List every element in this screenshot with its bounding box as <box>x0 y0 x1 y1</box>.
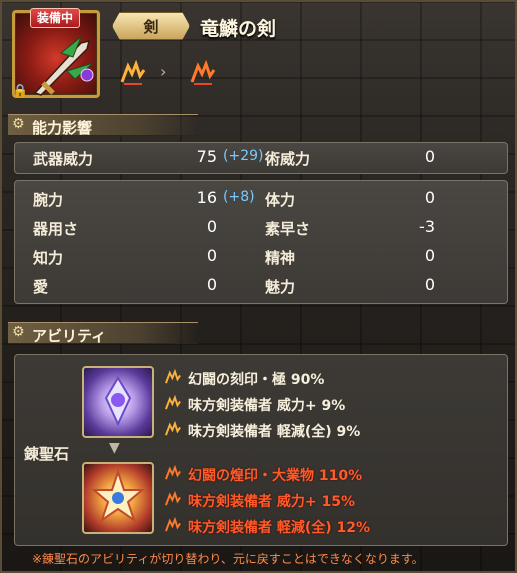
rank-mini-icon <box>165 517 181 532</box>
power-panel: 武器威力 75 (+29) 術威力 0 <box>14 142 508 174</box>
spirit-value: 0 <box>424 246 435 265</box>
current-ability-text: 幻闘の刻印・極 90% <box>188 372 325 388</box>
gear-icon: ⚙ <box>12 324 25 340</box>
ability-section-header: ⚙ アビリティ <box>8 322 198 345</box>
ability-section-title: アビリティ <box>32 327 107 345</box>
dexterity-value: 0 <box>206 217 217 236</box>
current-ability-text: 味方剣装備者 軽減(全) 9% <box>188 424 361 440</box>
item-name: 竜鱗の剣 <box>200 18 277 40</box>
art-power-value: 0 <box>424 147 435 166</box>
stat-row: 愛 0 魅力 0 <box>15 272 507 300</box>
rank-mini-icon <box>165 421 181 436</box>
weapon-power-value: 75 <box>196 147 217 166</box>
charm-value: 0 <box>424 275 435 294</box>
rank-icon-current <box>120 60 146 85</box>
current-stone-icon[interactable] <box>82 366 154 438</box>
spirit-label: 精神 <box>265 249 296 267</box>
intelligence-value: 0 <box>206 246 217 265</box>
rank-mini-icon <box>165 491 181 506</box>
agility-value: -3 <box>419 217 435 236</box>
next-stone-icon[interactable] <box>82 462 154 534</box>
rank-icon-next <box>190 60 216 85</box>
next-ability-text: 味方剣装備者 威力+ 15% <box>188 494 355 510</box>
strength-value: 16 <box>196 188 217 207</box>
stone-label: 錬聖石 <box>24 445 70 463</box>
strength-label: 腕力 <box>33 191 64 209</box>
next-ability-text: 幻闘の煌印・大業物 110% <box>188 468 363 484</box>
intelligence-label: 知力 <box>33 249 64 267</box>
lock-icon[interactable]: 🔒 <box>12 84 28 99</box>
stat-row: 腕力 16 (+8) 体力 0 <box>15 185 507 213</box>
stat-row: 器用さ 0 素早さ -3 <box>15 214 507 242</box>
equipped-badge: 装備中 <box>30 8 81 28</box>
rank-mini-icon <box>165 465 181 480</box>
vitality-value: 0 <box>424 188 435 207</box>
strength-bonus: (+8) <box>223 189 255 205</box>
warning-note: ※錬聖石のアビリティが切り替わり、元に戻すことはできなくなります。 <box>32 552 424 566</box>
next-ability-text: 味方剣装備者 軽減(全) 12% <box>188 520 371 536</box>
weapon-power-label: 武器威力 <box>33 150 94 168</box>
dexterity-label: 器用さ <box>33 220 79 238</box>
love-label: 愛 <box>33 278 49 296</box>
rank-mini-icon <box>165 369 181 384</box>
crest-icon <box>104 376 132 427</box>
attributes-panel: 腕力 16 (+8) 体力 0 器用さ 0 素早さ -3 知力 0 精神 0 愛… <box>14 180 508 304</box>
star-crest-icon <box>91 468 145 523</box>
weapon-power-bonus: (+29) <box>223 148 264 164</box>
agility-label: 素早さ <box>265 220 311 238</box>
art-power-label: 術威力 <box>265 150 311 168</box>
rank-arrow-icon: › <box>160 62 167 81</box>
category-tag: 剣 <box>112 12 190 40</box>
stat-row: 知力 0 精神 0 <box>15 243 507 271</box>
rank-mini-icon <box>165 395 181 410</box>
gear-icon: ⚙ <box>12 116 25 132</box>
vitality-label: 体力 <box>265 191 296 209</box>
arrow-down-icon: ▼ <box>109 440 120 456</box>
stats-section-title: 能力影響 <box>32 119 93 137</box>
current-ability-text: 味方剣装備者 威力+ 9% <box>188 398 346 414</box>
sword-icon <box>33 35 94 96</box>
charm-label: 魅力 <box>265 278 296 296</box>
love-value: 0 <box>206 275 217 294</box>
stats-section-header: ⚙ 能力影響 <box>8 114 198 137</box>
